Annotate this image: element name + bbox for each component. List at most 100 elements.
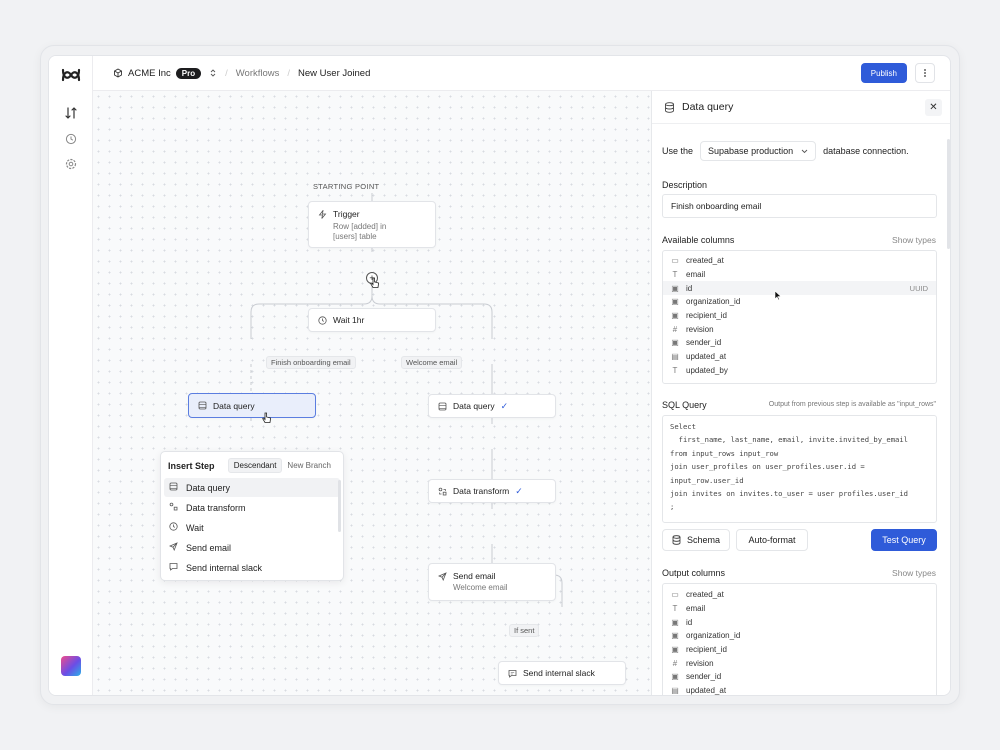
clock-icon xyxy=(317,315,327,325)
menu-item-send-email[interactable]: Send email xyxy=(164,538,340,557)
column-row[interactable]: Tupdated_by xyxy=(663,364,936,378)
settings-icon[interactable] xyxy=(62,155,80,173)
calendar-clock-icon: ▤ xyxy=(671,352,679,362)
logo-icon[interactable] xyxy=(61,65,81,85)
column-name: email xyxy=(686,270,706,280)
output-columns-label: Output columns xyxy=(662,568,726,578)
hand-cursor-icon xyxy=(370,277,380,288)
send-icon xyxy=(437,571,447,581)
user-avatar[interactable] xyxy=(61,656,81,676)
data-query-node-selected[interactable]: Data query xyxy=(188,393,316,418)
column-name: sender_id xyxy=(686,338,722,348)
available-columns-label: Available columns xyxy=(662,235,735,245)
hash-icon: # xyxy=(672,324,678,334)
menu-item-label: Send email xyxy=(186,542,232,553)
lightning-icon xyxy=(317,209,327,219)
column-row: ▣ recipient_id xyxy=(663,643,936,657)
send-slack-node[interactable]: Send internal slack xyxy=(498,661,626,685)
panel-title: Data query xyxy=(682,101,734,113)
column-row: ▤ updated_at xyxy=(663,684,936,696)
breadcrumb-workflows[interactable]: Workflows xyxy=(236,68,280,79)
auto-format-button[interactable]: Auto-format xyxy=(736,529,808,551)
org-name: ACME Inc xyxy=(128,67,171,79)
insert-step-menu: Insert Step Descendant New Branch Data q… xyxy=(160,451,344,581)
code-line: join invites on invites.to_user = user p… xyxy=(670,489,908,499)
column-row[interactable]: ▤ updated_at xyxy=(663,350,936,364)
breadcrumb-separator: / xyxy=(225,67,228,79)
panel-scrollbar[interactable] xyxy=(947,139,950,249)
column-name: organization_id xyxy=(686,631,741,641)
column-name: id xyxy=(686,283,693,293)
workflow-canvas[interactable]: STARTING POINT Trigger Row [added] in [u… xyxy=(93,91,651,695)
check-icon: ✓ xyxy=(515,485,523,496)
cursor-arrow-icon xyxy=(774,290,782,301)
key-icon: ▣ xyxy=(671,311,679,321)
sql-query-label: SQL Query xyxy=(662,400,707,410)
transform-icon xyxy=(437,486,447,496)
description-input[interactable]: Finish onboarding email xyxy=(662,194,937,218)
column-row[interactable]: ▣ id UUID xyxy=(663,281,936,296)
column-row[interactable]: ▣ recipient_id xyxy=(663,309,936,323)
data-transform-node[interactable]: Data transform ✓ xyxy=(428,479,556,503)
workflow-icon[interactable] xyxy=(62,104,80,122)
breadcrumb-separator: / xyxy=(287,67,291,79)
close-button[interactable]: ✕ xyxy=(925,99,942,116)
connection-suffix: database connection. xyxy=(823,146,909,156)
close-icon: ✕ xyxy=(929,102,938,113)
key-icon: ▣ xyxy=(671,672,679,682)
trigger-title: Trigger xyxy=(333,209,360,219)
column-row[interactable]: ▣ sender_id xyxy=(663,336,936,350)
menu-item-send-slack[interactable]: Send internal slack xyxy=(164,558,340,577)
column-row[interactable]: # revision xyxy=(663,322,936,336)
column-row[interactable]: ▣ organization_id xyxy=(663,295,936,309)
text-icon: T xyxy=(672,604,678,614)
schema-button[interactable]: Schema xyxy=(662,529,730,551)
more-vertical-icon xyxy=(924,69,926,77)
trigger-desc-2: [users] table xyxy=(333,232,377,241)
publish-button[interactable]: Publish xyxy=(860,63,907,83)
column-type: UUID xyxy=(909,283,928,293)
code-line: ; xyxy=(670,502,675,512)
column-row[interactable]: ▭ created_at xyxy=(663,254,936,268)
key-icon: ▣ xyxy=(671,617,679,627)
trigger-node[interactable]: Trigger Row [added] in [users] table xyxy=(308,201,436,248)
connection-select[interactable]: Supabase production xyxy=(700,141,817,161)
column-row[interactable]: Temail xyxy=(663,268,936,282)
column-name: updated_at xyxy=(686,686,727,696)
history-icon[interactable] xyxy=(62,130,80,148)
send-email-title: Send email xyxy=(453,571,496,581)
tab-new-branch[interactable]: New Branch xyxy=(282,459,336,472)
top-bar: ACME Inc Pro / Workflows / New User Join… xyxy=(93,56,950,91)
output-show-types-toggle[interactable]: Show types xyxy=(892,568,936,578)
data-query-panel: Data query ✕ Use the Supabase production… xyxy=(651,91,950,696)
database-icon xyxy=(197,401,207,411)
message-icon xyxy=(169,562,178,573)
test-query-button[interactable]: Test Query xyxy=(871,529,937,551)
column-row: ▣ sender_id xyxy=(663,670,936,684)
transform-icon xyxy=(169,502,178,513)
if-sent-label: If sent xyxy=(509,624,540,637)
branch-label-left: Finish onboarding email xyxy=(266,356,356,369)
clock-icon xyxy=(169,522,178,533)
tab-descendant[interactable]: Descendant xyxy=(227,458,283,473)
menu-item-wait[interactable]: Wait xyxy=(164,518,340,537)
connection-row: Use the Supabase production database con… xyxy=(662,141,909,161)
database-icon xyxy=(665,101,674,113)
code-line: Select xyxy=(670,422,696,431)
menu-scrollbar[interactable] xyxy=(338,480,341,532)
wait-node[interactable]: Wait 1hr xyxy=(308,308,436,332)
menu-item-label: Send internal slack xyxy=(186,562,263,573)
org-switcher[interactable]: ACME Inc Pro xyxy=(113,67,217,79)
menu-item-label: Data query xyxy=(186,482,231,493)
data-query-node[interactable]: Data query ✓ xyxy=(428,394,556,418)
menu-item-data-transform[interactable]: Data transform xyxy=(164,498,340,517)
more-options-button[interactable] xyxy=(915,63,935,83)
key-icon: ▣ xyxy=(671,283,679,293)
column-name: updated_at xyxy=(686,352,727,362)
sql-editor[interactable]: Select first_name, last_name, email, inv… xyxy=(662,415,937,523)
send-email-node[interactable]: Send email Welcome email xyxy=(428,563,556,601)
show-types-toggle[interactable]: Show types xyxy=(892,235,936,245)
breadcrumb-current: New User Joined xyxy=(298,67,371,79)
menu-item-data-query[interactable]: Data query xyxy=(164,478,340,497)
wait-label: Wait 1hr xyxy=(333,315,365,325)
